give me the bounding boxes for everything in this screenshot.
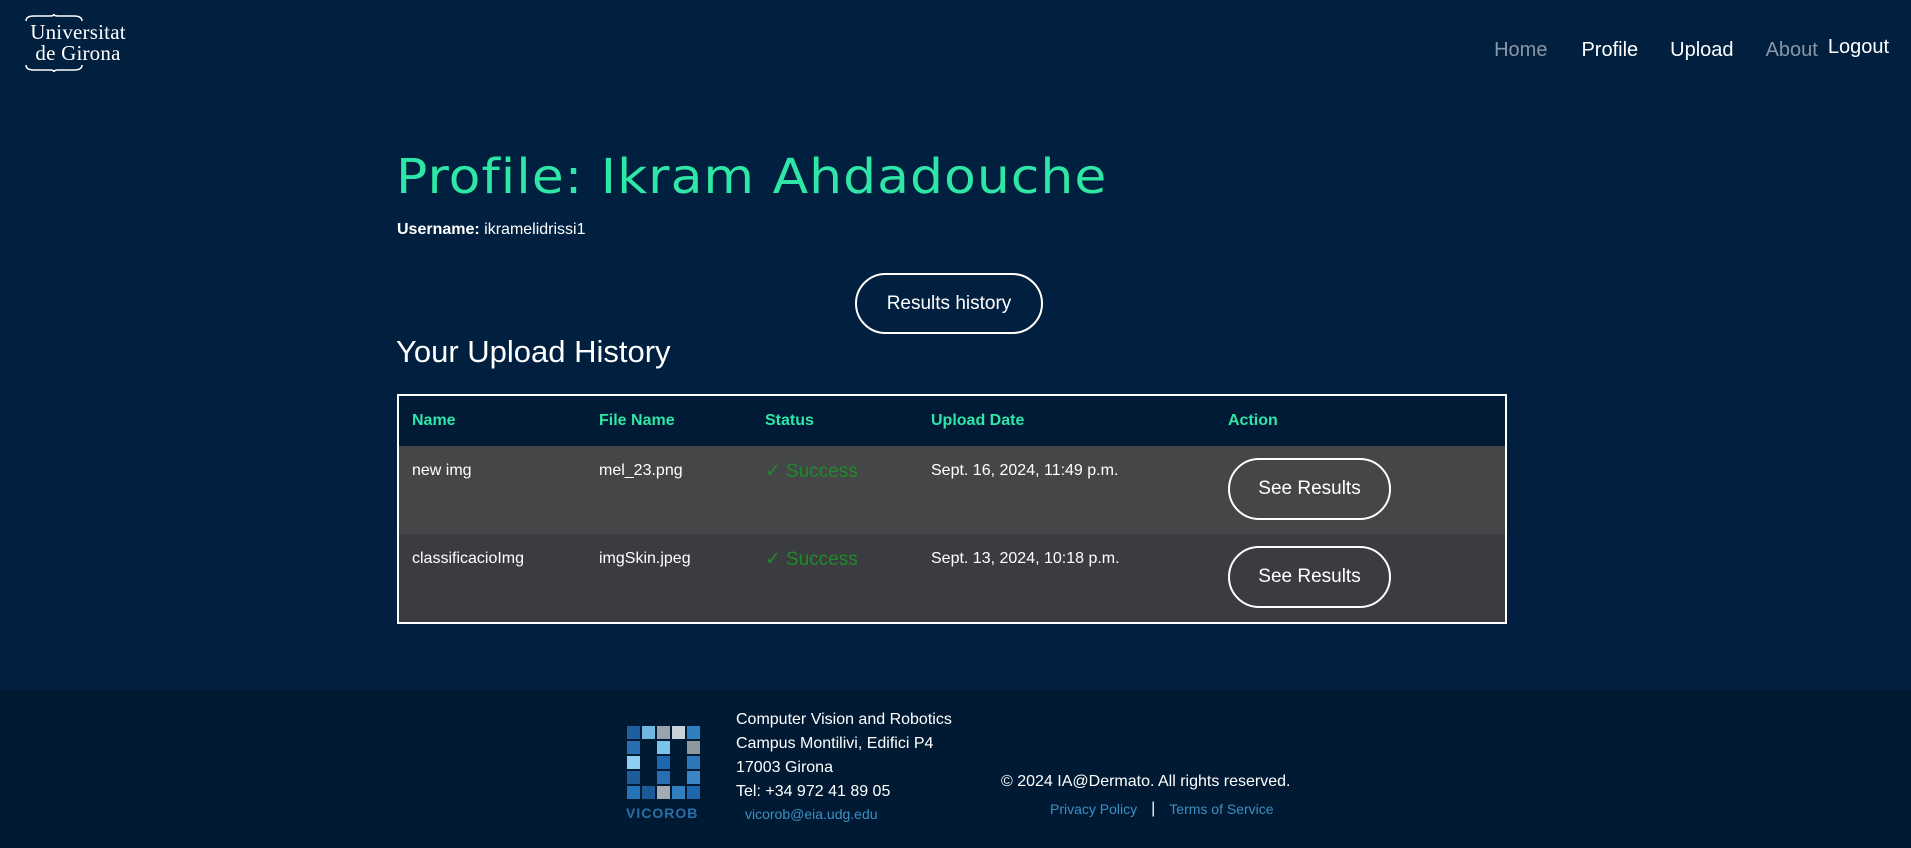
page-title: Profile: Ikram Ahdadouche — [396, 150, 1108, 206]
column-header-file-name: File Name — [599, 412, 675, 429]
address-line: 17003 Girona — [736, 759, 833, 776]
vicorob-label: VICOROB — [626, 805, 699, 821]
column-header-upload-date: Upload Date — [931, 412, 1025, 429]
table-header-row: Name File Name Status Upload Date Action — [399, 396, 1505, 446]
checkmark-icon: ✓ — [765, 461, 781, 482]
address-line: Computer Vision and Robotics — [736, 711, 952, 728]
cell-upload-date: Sept. 16, 2024, 11:49 p.m. — [931, 462, 1119, 479]
cell-status: ✓ Success — [765, 534, 931, 571]
footer: VICOROB Computer Vision and Robotics Cam… — [0, 690, 1911, 848]
cell-upload-date: Sept. 13, 2024, 10:18 p.m. — [931, 550, 1120, 567]
nav-profile-link[interactable]: Profile — [1581, 39, 1638, 62]
results-history-button[interactable]: Results history — [855, 273, 1043, 334]
logo-line-2: de Girona — [35, 41, 121, 65]
vicorob-logo: VICOROB — [626, 726, 706, 821]
nav-about-link[interactable]: About — [1766, 39, 1818, 62]
footer-links: Privacy Policy | Terms of Service — [1050, 800, 1274, 818]
nav-upload-link[interactable]: Upload — [1670, 39, 1733, 62]
cell-status: ✓ Success — [765, 446, 931, 483]
nav-home-link[interactable]: Home — [1494, 39, 1547, 62]
column-header-action: Action — [1228, 412, 1278, 429]
table-row: new img mel_23.png ✓ Success Sept. 16, 20… — [399, 446, 1505, 534]
table-row: classificacioImg imgSkin.jpeg ✓ Success S… — [399, 534, 1505, 622]
cell-name: new img — [412, 462, 472, 479]
cell-file-name: imgSkin.jpeg — [599, 550, 691, 567]
username-line: Username: ikramelidrissi1 — [397, 221, 586, 239]
main-nav: Home Profile Upload About Logout — [1494, 36, 1889, 62]
cell-file-name: mel_23.png — [599, 462, 683, 479]
terms-of-service-link[interactable]: Terms of Service — [1169, 801, 1273, 817]
status-text: Success — [785, 461, 858, 482]
footer-copyright: © 2024 IA@Dermato. All rights reserved. — [1001, 773, 1291, 790]
username-label: Username: — [397, 221, 480, 238]
privacy-policy-link[interactable]: Privacy Policy — [1050, 801, 1137, 817]
upload-history-title: Your Upload History — [396, 334, 671, 369]
vicorob-grid-icon — [627, 726, 706, 799]
see-results-button[interactable]: See Results — [1228, 546, 1391, 608]
logo-brace-bottom-icon — [25, 64, 83, 72]
footer-email-link[interactable]: vicorob@eia.udg.edu — [745, 806, 878, 822]
address-line: Campus Montilivi, Edifici P4 — [736, 735, 934, 752]
username-value: ikramelidrissi1 — [484, 221, 586, 238]
upload-history-table: Name File Name Status Upload Date Action… — [397, 394, 1507, 624]
cell-action: See Results — [1228, 534, 1505, 608]
nav-logout-link[interactable]: Logout — [1828, 36, 1889, 59]
status-text: Success — [785, 549, 858, 570]
address-phone: Tel: +34 972 41 89 05 — [736, 783, 891, 800]
cell-action: See Results — [1228, 446, 1505, 520]
logo-line-1: Universitat — [30, 20, 126, 44]
column-header-status: Status — [765, 412, 814, 429]
see-results-button[interactable]: See Results — [1228, 458, 1391, 520]
cell-name: classificacioImg — [412, 550, 525, 567]
column-header-name: Name — [412, 412, 456, 429]
footer-address: Computer Vision and Robotics Campus Mont… — [736, 708, 952, 804]
university-logo[interactable]: Universitat de Girona — [24, 14, 132, 86]
checkmark-icon: ✓ — [765, 549, 781, 570]
footer-link-separator: | — [1151, 800, 1156, 817]
